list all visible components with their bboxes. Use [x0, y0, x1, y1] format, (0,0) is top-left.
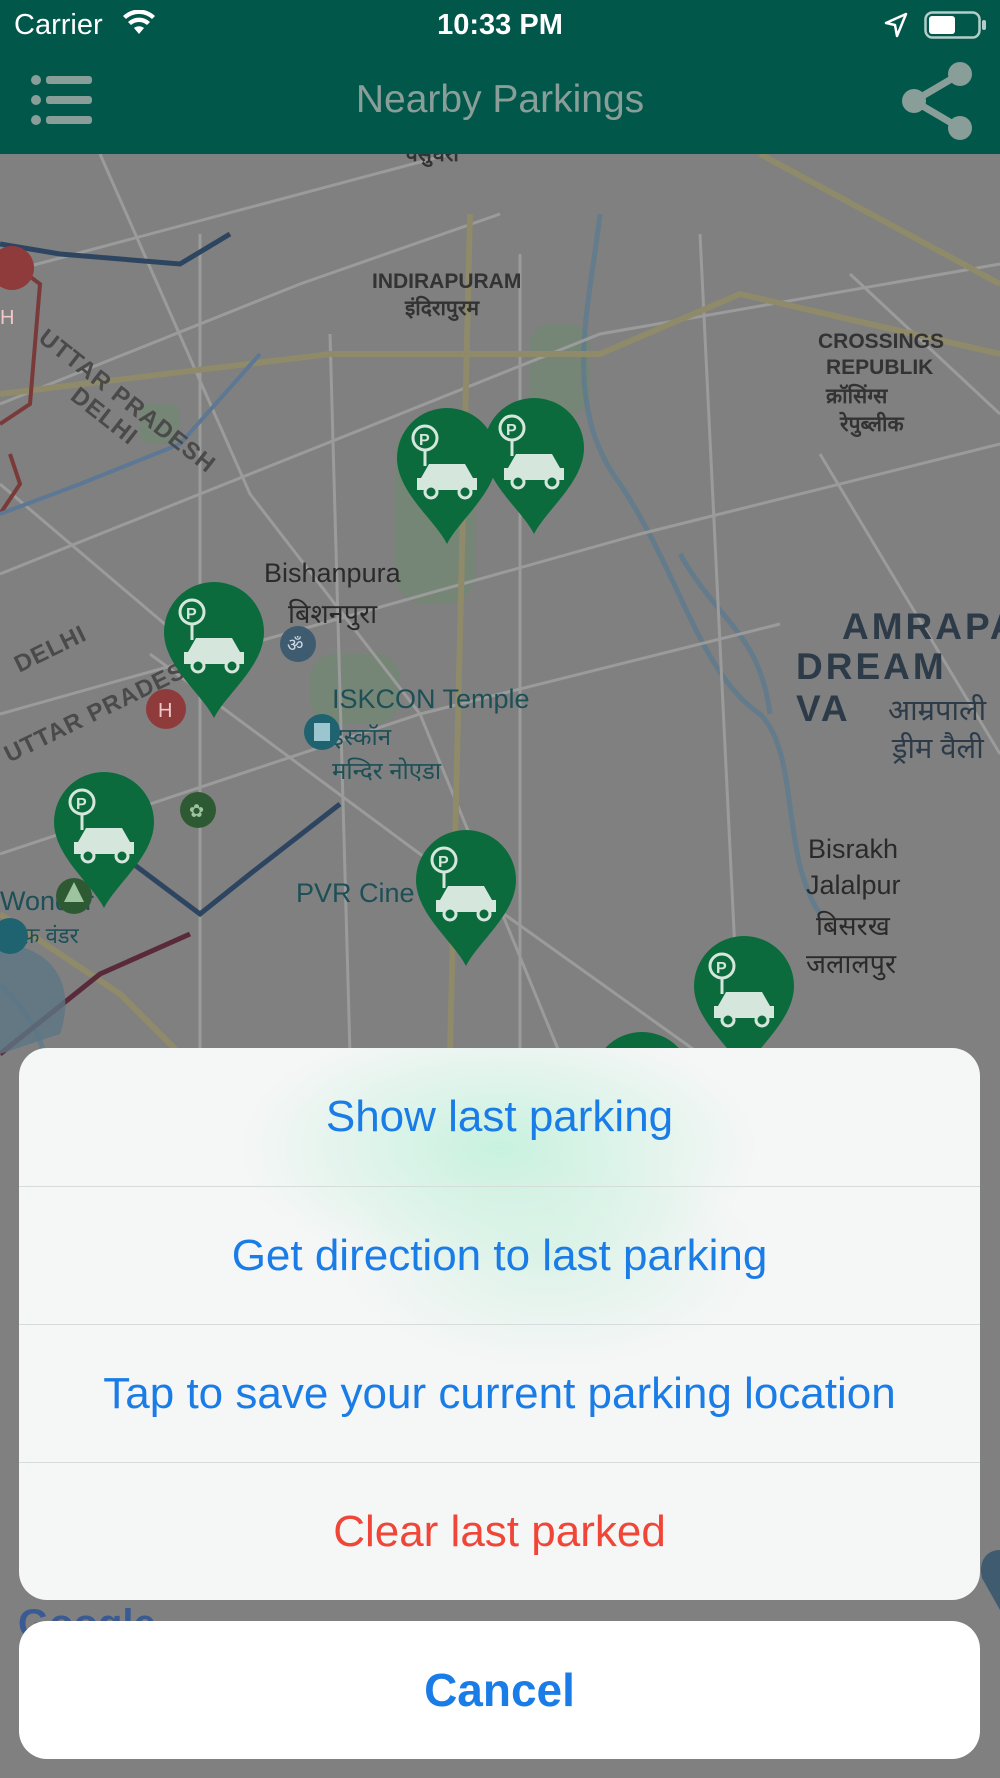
get-direction-button[interactable]: Get direction to last parking [19, 1187, 980, 1325]
temple-icon: ॐ [280, 626, 316, 662]
svg-text:P: P [716, 960, 727, 977]
tree-icon [0, 918, 28, 954]
svg-text:H: H [0, 307, 14, 329]
hospital-icon: H [0, 246, 35, 329]
parking-pin[interactable]: P [52, 772, 156, 908]
clock: 10:33 PM [437, 9, 563, 41]
cancel-button[interactable]: Cancel [19, 1621, 980, 1759]
park-icon: ✿ [180, 792, 216, 828]
navigation-bar: Nearby Parkings [0, 50, 1000, 154]
parking-pin[interactable]: P [162, 582, 266, 718]
svg-text:P: P [76, 796, 87, 813]
parking-pin[interactable]: P [414, 830, 518, 966]
svg-text:P: P [186, 606, 197, 623]
cinema-icon [304, 714, 340, 750]
map-pin-icon [980, 1550, 1000, 1610]
svg-text:✿: ✿ [189, 801, 204, 822]
share-icon[interactable] [900, 62, 976, 140]
svg-text:P: P [438, 854, 449, 871]
location-arrow-icon [884, 12, 908, 38]
show-last-parking-button[interactable]: Show last parking [19, 1048, 980, 1186]
action-sheet: Show last parking Get direction to last … [19, 1048, 980, 1600]
svg-text:P: P [419, 432, 430, 449]
clear-last-parked-button[interactable]: Clear last parked [19, 1463, 980, 1600]
save-parking-location-button[interactable]: Tap to save your current parking locatio… [19, 1325, 980, 1463]
battery-icon [924, 11, 986, 39]
status-bar: Carrier 10:33 PM [0, 0, 1000, 50]
svg-text:P: P [506, 422, 517, 439]
parking-pin[interactable]: P [482, 398, 586, 534]
svg-text:ॐ: ॐ [287, 635, 303, 656]
page-title: Nearby Parkings [355, 78, 645, 121]
